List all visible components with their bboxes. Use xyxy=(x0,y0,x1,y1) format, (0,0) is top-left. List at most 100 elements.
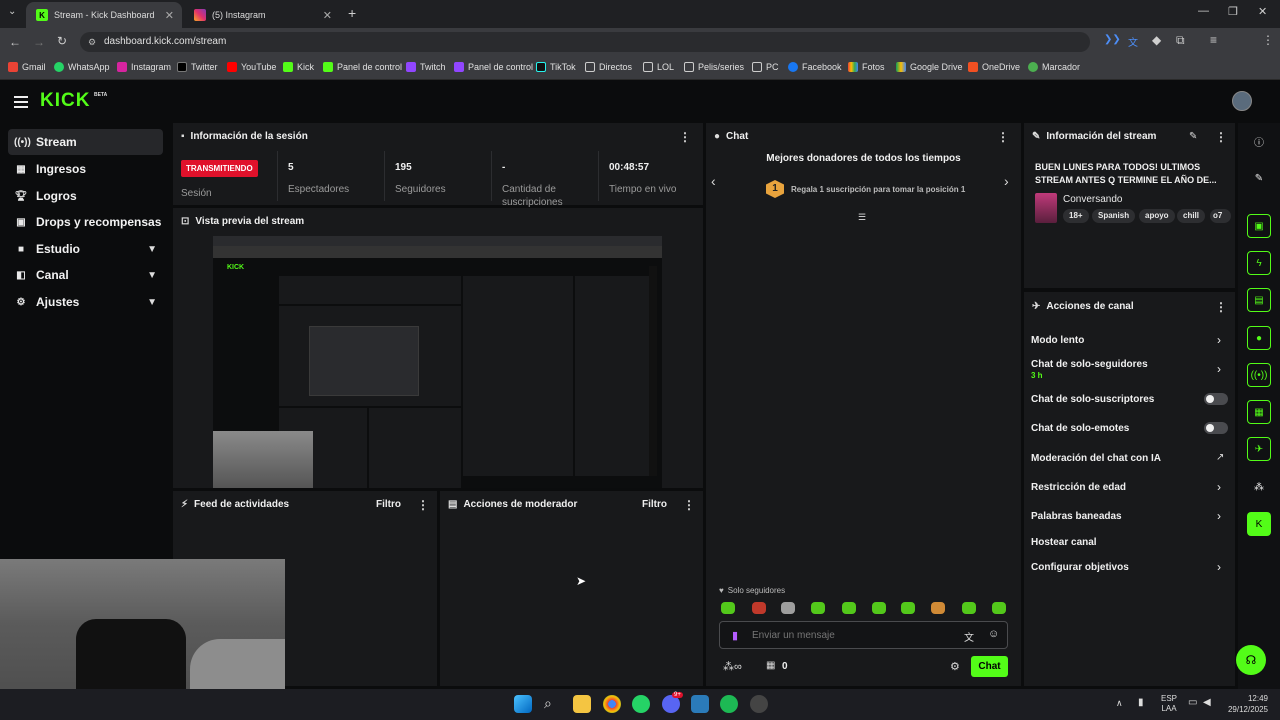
category-name[interactable]: Conversando xyxy=(1063,194,1122,205)
bookmark-twitter[interactable]: Twitter xyxy=(177,62,218,72)
microphone-tray-icon[interactable]: ▮ xyxy=(1138,697,1144,708)
chat-message-input[interactable] xyxy=(752,627,952,643)
nav-item-ajustes[interactable]: ⚙ Ajustes ▼ xyxy=(8,289,163,315)
obs-icon[interactable] xyxy=(750,695,768,713)
chevron-right-icon[interactable]: › xyxy=(1217,509,1221,523)
reload-icon[interactable]: ↻ xyxy=(57,34,67,48)
emote-icon[interactable] xyxy=(842,602,856,614)
tab-search-icon[interactable]: ⌄ xyxy=(8,6,16,17)
action-age-restriction[interactable]: Restricción de edad xyxy=(1031,482,1126,493)
close-tab-icon[interactable]: ✕ xyxy=(165,9,174,22)
bookmark-instagram[interactable]: Instagram xyxy=(117,62,171,72)
donors-next-icon[interactable]: › xyxy=(1004,173,1009,189)
emote-icon[interactable] xyxy=(811,602,825,614)
microphone-icon[interactable]: ▮ xyxy=(732,629,738,642)
bookmark-gmail[interactable]: Gmail xyxy=(8,62,46,72)
bookmark-twitch[interactable]: Twitch xyxy=(406,62,446,72)
action-set-goals[interactable]: Configurar objetivos xyxy=(1031,562,1129,573)
tag-chip[interactable]: 18+ xyxy=(1063,209,1089,223)
wrench-icon[interactable]: ✈︎ xyxy=(1247,437,1271,461)
activity-filter-button[interactable]: Filtro xyxy=(376,499,401,510)
nav-item-stream[interactable]: ((•)) Stream xyxy=(8,129,163,155)
close-tab-icon[interactable]: ✕ xyxy=(323,9,332,22)
clock[interactable]: 12:49 29/12/2025 xyxy=(1224,693,1268,715)
moderator-filter-button[interactable]: Filtro xyxy=(642,499,667,510)
tag-chip[interactable]: apoyo xyxy=(1139,209,1175,223)
network-icon[interactable]: ▭ xyxy=(1188,697,1197,708)
tag-chip[interactable]: Spanish xyxy=(1092,209,1136,223)
extensions-puzzle-icon[interactable]: ⧉ xyxy=(1176,33,1185,48)
action-banned-words[interactable]: Palabras baneadas xyxy=(1031,511,1122,522)
chat-menu-icon[interactable]: ⋮ xyxy=(997,130,1009,144)
diamond-extension-icon[interactable]: ◆ xyxy=(1152,33,1161,47)
windows-start-icon[interactable] xyxy=(514,695,532,713)
emotes-only-toggle[interactable] xyxy=(1204,422,1228,434)
activity-menu-icon[interactable]: ⋮ xyxy=(417,498,429,512)
clipboard-icon[interactable]: ▤ xyxy=(1247,288,1271,312)
bookmark-tiktok[interactable]: TikTok xyxy=(536,62,576,72)
bookmark-folder-directos[interactable]: Directos xyxy=(585,62,632,72)
lightning-icon[interactable]: ϟ xyxy=(1247,251,1271,275)
input-language[interactable]: ESP LAA xyxy=(1161,694,1177,714)
user-avatar[interactable] xyxy=(1232,91,1252,111)
stream-preview-video[interactable]: KICK xyxy=(213,236,662,488)
bookmark-panel-kick[interactable]: Panel de control xyxy=(323,62,402,72)
bookmark-folder-lol[interactable]: LOL xyxy=(643,62,674,72)
emote-icon[interactable] xyxy=(781,602,795,614)
extension-icon[interactable]: ❯❯ xyxy=(1104,34,1121,45)
nav-item-logros[interactable]: 🏆︎ Logros xyxy=(8,183,163,209)
send-chat-button[interactable]: Chat xyxy=(971,656,1008,677)
tag-chip[interactable]: o7 xyxy=(1210,209,1231,223)
hamburger-menu-icon[interactable] xyxy=(14,96,28,108)
edit-stream-icon[interactable]: ✎ xyxy=(1189,131,1197,142)
subscribers-only-toggle[interactable] xyxy=(1204,393,1228,405)
emote-icon[interactable] xyxy=(962,602,976,614)
emote-icon[interactable] xyxy=(992,602,1006,614)
bookmark-facebook[interactable]: Facebook xyxy=(788,62,842,72)
emote-icon[interactable] xyxy=(931,602,945,614)
nav-item-estudio[interactable]: ■ Estudio ▼ xyxy=(8,236,163,262)
translate-icon[interactable]: 文 xyxy=(964,629,974,644)
emoji-icon[interactable]: ☺ xyxy=(988,628,999,640)
bookmark-panel-twitch[interactable]: Panel de control xyxy=(454,62,533,72)
menu-kebab-icon[interactable]: ⋮ xyxy=(1262,33,1274,47)
stream-info-menu-icon[interactable]: ⋮ xyxy=(1215,130,1227,144)
minimize-icon[interactable]: — xyxy=(1198,5,1209,17)
file-explorer-icon[interactable] xyxy=(573,695,591,713)
chevron-right-icon[interactable]: › xyxy=(1217,480,1221,494)
maximize-icon[interactable]: ❐ xyxy=(1228,5,1238,18)
action-ai-moderation[interactable]: Moderación del chat con IA xyxy=(1031,453,1161,464)
bookmark-onedrive[interactable]: OneDrive xyxy=(968,62,1020,72)
kick-logo[interactable]: KICK xyxy=(40,90,90,112)
bookmark-fotos[interactable]: Fotos xyxy=(848,62,885,72)
external-link-icon[interactable]: ↗ xyxy=(1216,452,1224,463)
show-hidden-icons-icon[interactable]: ∧ xyxy=(1116,698,1123,709)
bookmark-youtube[interactable]: YouTube xyxy=(227,62,276,72)
action-host-channel[interactable]: Hostear canal xyxy=(1031,537,1097,548)
bookmark-folder-pc[interactable]: PC xyxy=(752,62,779,72)
emote-icon[interactable] xyxy=(721,602,735,614)
emote-icon[interactable] xyxy=(752,602,766,614)
volume-icon[interactable]: ◀︎ xyxy=(1203,697,1211,708)
chrome-icon[interactable] xyxy=(603,695,621,713)
moderator-menu-icon[interactable]: ⋮ xyxy=(683,498,695,512)
search-icon[interactable]: ⌕ xyxy=(544,695,552,712)
bookmark-whatsapp[interactable]: WhatsApp xyxy=(54,62,110,72)
site-info-icon[interactable]: ⚙ xyxy=(88,32,96,52)
edit-icon[interactable]: ✎ xyxy=(1247,166,1271,190)
bookmark-marcador[interactable]: Marcador xyxy=(1028,62,1080,72)
tab-kick-dashboard[interactable]: K Stream - Kick Dashboard ✕ xyxy=(26,2,182,28)
bookmark-google-drive[interactable]: Google Drive xyxy=(896,62,963,72)
broadcast-icon[interactable]: ((•)) xyxy=(1247,363,1271,387)
support-headset-icon[interactable]: ☊ xyxy=(1236,645,1266,675)
nav-item-drops[interactable]: ▣ Drops y recompensas xyxy=(8,209,163,235)
screenshot-icon[interactable]: ▣ xyxy=(1247,214,1271,238)
address-bar[interactable]: ⚙ dashboard.kick.com/stream xyxy=(80,32,1090,52)
chevron-right-icon[interactable]: › xyxy=(1217,333,1221,347)
emote-icon[interactable] xyxy=(901,602,915,614)
app-icon[interactable] xyxy=(691,695,709,713)
action-followers-only[interactable]: Chat de solo-seguidores xyxy=(1031,359,1148,370)
nav-item-canal[interactable]: ◧ Canal ▼ xyxy=(8,262,163,288)
session-menu-icon[interactable]: ⋮ xyxy=(679,130,691,144)
tab-instagram[interactable]: (5) Instagram ✕ xyxy=(184,2,340,28)
